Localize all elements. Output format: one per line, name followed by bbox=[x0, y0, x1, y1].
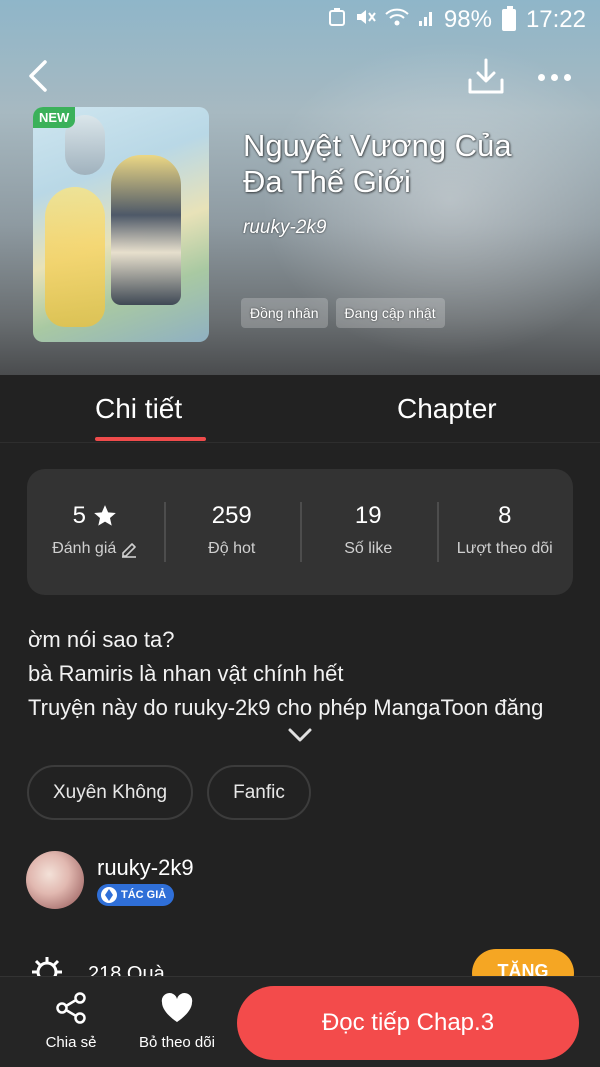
download-button[interactable] bbox=[466, 58, 506, 98]
genre-tag[interactable]: Đồng nhân bbox=[241, 298, 328, 328]
tab-bar: Chi tiết Chapter bbox=[0, 375, 600, 443]
author-badge: TÁC GIẢ bbox=[97, 884, 175, 906]
description-line: Truyện này do ruuky-2k9 cho phép MangaTo… bbox=[28, 695, 544, 720]
alarm-icon bbox=[328, 7, 346, 33]
hot-label: Độ hot bbox=[208, 540, 256, 557]
comic-title-line: Đa Thế Giới bbox=[243, 164, 411, 199]
battery-icon bbox=[501, 6, 516, 31]
comic-author-link[interactable]: ruuky-2k9 bbox=[243, 217, 326, 239]
comic-title-line: Nguyệt Vương Của bbox=[243, 128, 512, 163]
author-avatar[interactable] bbox=[26, 851, 84, 909]
status-bar: 98% 17:22 bbox=[0, 0, 600, 40]
comic-header: 98% 17:22 NEW Nguyệt Vương Của Đa Thế Gi… bbox=[0, 0, 600, 375]
more-dot-icon bbox=[537, 73, 545, 81]
new-badge: NEW bbox=[33, 107, 76, 128]
hot-value: 259 bbox=[211, 502, 252, 529]
tab-detail[interactable]: Chi tiết bbox=[95, 393, 182, 425]
followers-value: 8 bbox=[498, 502, 512, 529]
category-chip[interactable]: Xuyên Không bbox=[27, 765, 194, 820]
likes-label: Số like bbox=[344, 540, 393, 557]
author-badge-label: TÁC GIẢ bbox=[121, 889, 167, 901]
category-chips: Xuyên Không Fanfic bbox=[27, 765, 311, 820]
bottom-action-bar: Chia sẻ Bỏ theo dõi Đọc tiếp Chap.3 bbox=[0, 976, 600, 1067]
status-tag: Đang cập nhật bbox=[335, 298, 445, 328]
chevron-left-icon bbox=[29, 60, 47, 92]
star-icon bbox=[94, 505, 116, 526]
battery-percent: 98% bbox=[443, 6, 492, 33]
description-line: ờm nói sao ta? bbox=[28, 627, 175, 652]
rating-value: 5 bbox=[72, 502, 86, 529]
description-line: bà Ramiris là nhan vật chính hết bbox=[28, 661, 344, 686]
share-icon bbox=[56, 992, 86, 1024]
stat-hot: 259 Độ hot bbox=[163, 502, 301, 562]
back-button[interactable] bbox=[20, 56, 56, 96]
tab-chapter[interactable]: Chapter bbox=[397, 393, 497, 425]
continue-reading-button[interactable]: Đọc tiếp Chap.3 bbox=[237, 986, 579, 1060]
comic-cover: NEW bbox=[33, 107, 209, 342]
more-options-button[interactable] bbox=[532, 62, 576, 92]
stat-likes: 19 Số like bbox=[300, 502, 437, 562]
category-chip[interactable]: Fanfic bbox=[207, 765, 311, 820]
share-label: Chia sẻ bbox=[45, 1034, 97, 1051]
stats-card: 5 Đánh giá 259 Độ hot 19 Số like 8 Lượt … bbox=[27, 469, 573, 595]
stat-followers: 8 Lượt theo dõi bbox=[436, 502, 574, 562]
edit-icon bbox=[122, 543, 137, 558]
heart-icon bbox=[161, 993, 193, 1022]
share-button[interactable]: Chia sẻ bbox=[26, 991, 116, 1051]
wifi-icon bbox=[384, 7, 410, 33]
download-icon bbox=[468, 58, 504, 94]
comic-description: ờm nói sao ta? bà Ramiris là nhan vật ch… bbox=[28, 623, 588, 725]
stat-rating[interactable]: 5 Đánh giá bbox=[27, 502, 164, 562]
quill-icon bbox=[101, 887, 117, 903]
unfollow-label: Bỏ theo dõi bbox=[139, 1034, 215, 1051]
unfollow-button[interactable]: Bỏ theo dõi bbox=[132, 991, 222, 1051]
author-name[interactable]: ruuky-2k9 bbox=[97, 855, 194, 881]
signal-icon bbox=[418, 7, 434, 33]
likes-value: 19 bbox=[354, 502, 382, 529]
clock: 17:22 bbox=[525, 6, 586, 33]
more-dot-icon bbox=[563, 73, 571, 81]
followers-label: Lượt theo dõi bbox=[456, 540, 553, 557]
chevron-down-icon bbox=[288, 728, 312, 742]
genre-tags: Đồng nhân Đang cập nhật bbox=[241, 298, 445, 328]
rating-label: Đánh giá bbox=[52, 540, 117, 557]
more-dot-icon bbox=[550, 73, 558, 81]
active-tab-indicator bbox=[95, 437, 206, 441]
comic-title: Nguyệt Vương Của Đa Thế Giới bbox=[243, 128, 563, 200]
expand-description-button[interactable] bbox=[287, 726, 313, 744]
mute-icon bbox=[354, 7, 376, 33]
